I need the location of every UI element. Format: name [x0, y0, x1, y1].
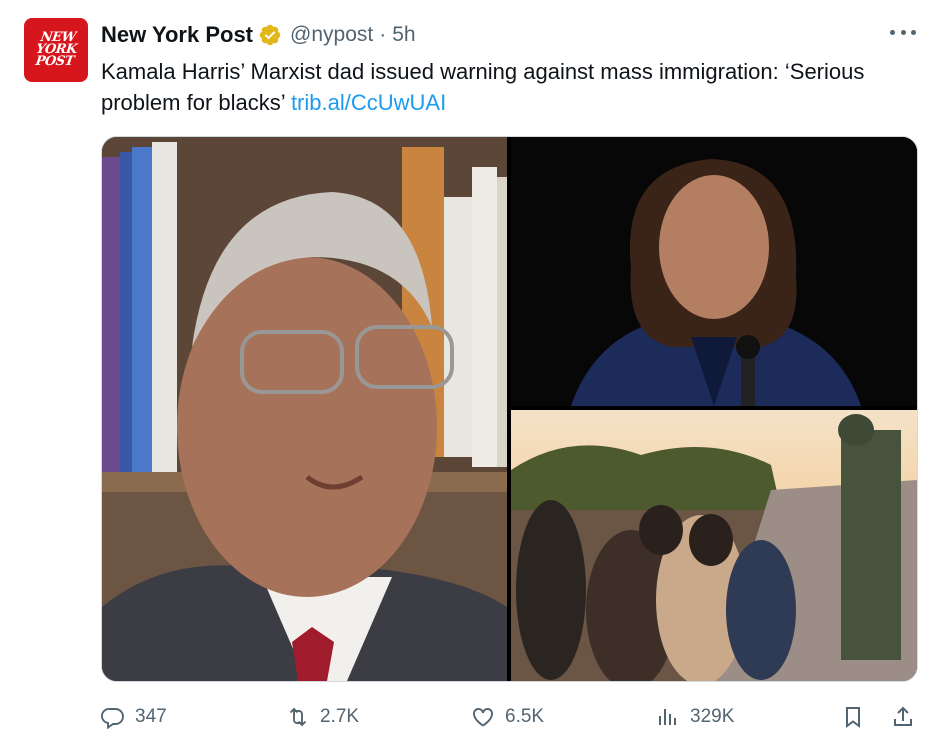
author-handle[interactable]: @nypost [290, 23, 373, 47]
tweet-link[interactable]: trib.al/CcUwUAI [291, 90, 446, 115]
views-count: 329K [690, 706, 735, 727]
tweet-body: Kamala Harris’ Marxist dad issued warnin… [101, 59, 865, 115]
photo-kamala-harris[interactable] [511, 137, 917, 406]
avatar-logo: NEW YORK POST [34, 30, 78, 69]
more-options-icon[interactable] [890, 22, 916, 42]
like-count: 6.5K [505, 706, 545, 727]
heart-icon [471, 705, 505, 729]
action-bar: 347 2.7K 6.5K 329K [101, 700, 916, 734]
views-chart-icon [656, 705, 690, 729]
reply-count: 347 [135, 706, 167, 727]
reply-button[interactable]: 347 [101, 700, 167, 734]
retweet-button[interactable]: 2.7K [286, 700, 359, 734]
bookmark-icon [841, 705, 875, 729]
verified-badge-icon[interactable] [258, 23, 282, 47]
tweet-header: New York Post @nypost · 5h [101, 20, 416, 50]
media-grid[interactable] [101, 136, 918, 682]
avatar[interactable]: NEW YORK POST [24, 18, 88, 82]
retweet-icon [286, 705, 320, 729]
share-button[interactable] [891, 700, 925, 734]
photo-portrait[interactable] [102, 137, 507, 681]
author-name[interactable]: New York Post [101, 22, 253, 48]
separator-dot: · [379, 23, 387, 46]
timestamp[interactable]: 5h [392, 23, 415, 47]
share-icon [891, 705, 925, 729]
retweet-count: 2.7K [320, 706, 360, 727]
bookmark-button[interactable] [841, 700, 875, 734]
like-button[interactable]: 6.5K [471, 700, 544, 734]
views-button[interactable]: 329K [656, 700, 734, 734]
tweet-card[interactable]: NEW YORK POST New York Post @nypost · 5h… [0, 0, 944, 750]
reply-icon [101, 705, 135, 729]
photo-migrants[interactable] [511, 410, 917, 681]
tweet-text: Kamala Harris’ Marxist dad issued warnin… [101, 56, 901, 118]
